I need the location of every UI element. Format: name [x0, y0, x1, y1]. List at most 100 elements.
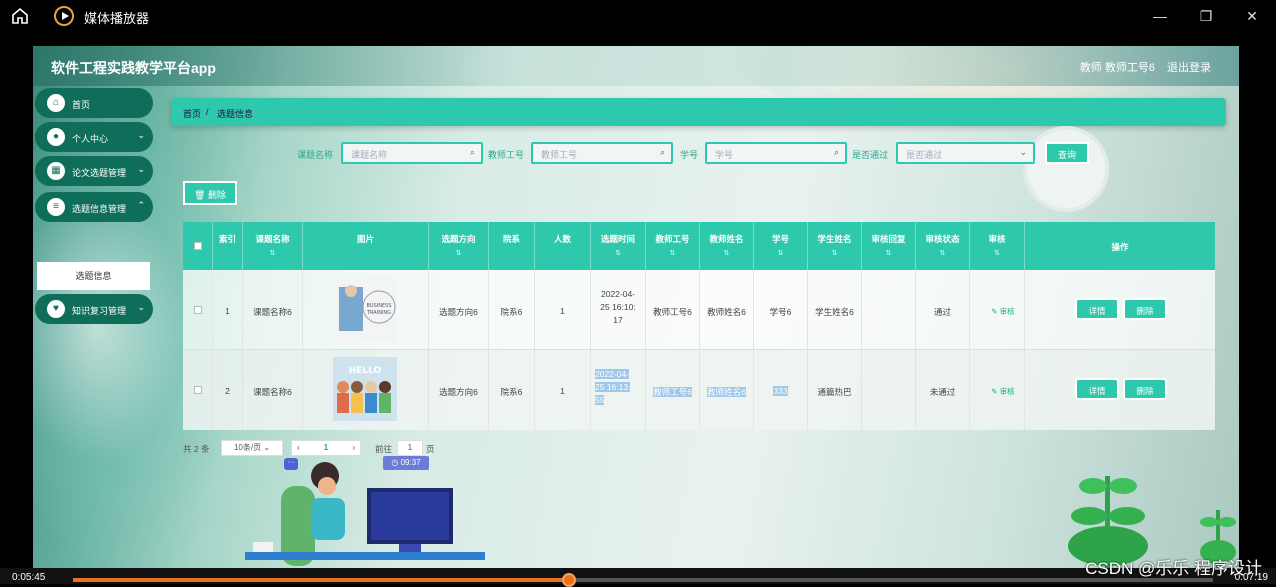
sidebar-item-thesis-topics[interactable]: ▦ 论文选题管理 ⌄ [35, 156, 153, 186]
cell-title: 课题名称6 [243, 270, 303, 350]
detail-button[interactable]: 详情 [1075, 378, 1119, 400]
close-button[interactable]: ✕ [1242, 6, 1262, 26]
sidebar-item-topic-info[interactable]: ≡ 选题信息管理 ⌃ [35, 192, 153, 222]
filter-pass-placeholder: 是否通过 [906, 150, 943, 160]
query-button[interactable]: 查询 [1045, 142, 1089, 164]
chevron-down-icon: ⌄ [137, 130, 145, 140]
cell-student-name: 通篇热巴 [808, 350, 862, 430]
cell-reply [862, 270, 916, 350]
cell-image: BUSINESS TRAINING [303, 270, 429, 350]
row-checkbox[interactable] [183, 270, 213, 350]
filter-pass-select[interactable]: 是否通过 ⌄ [896, 142, 1035, 164]
restore-button[interactable]: ❐ [1196, 6, 1216, 26]
list-icon: ≡ [47, 198, 65, 216]
batch-delete-button[interactable]: 🗑 删除 [183, 181, 237, 205]
sidebar-subitem-topic-info[interactable]: 选题信息 [37, 262, 150, 290]
cell-count: 1 [535, 270, 591, 350]
header-actions: 操作 [1111, 242, 1129, 252]
table-row: 2 课题名称6 HELLO 选题方向6 院系6 1 2022-04- 25 16:… [183, 350, 1215, 430]
header-student-no[interactable]: 学号 ⇅ [754, 222, 808, 270]
cell-image: HELLO [303, 350, 429, 430]
audit-link[interactable]: ✎ 审核 [982, 386, 1024, 397]
detail-button[interactable]: 详情 [1075, 298, 1119, 320]
sidebar-item-review[interactable]: ♥ 知识复习管理 ⌄ [35, 294, 153, 324]
filter-student-input[interactable]: 学号 ⌕ [705, 142, 847, 164]
filter-title-placeholder: 课题名称 [351, 150, 388, 160]
cell-count: 1 [535, 350, 591, 430]
media-player-icon [54, 6, 74, 26]
header-count[interactable]: 人数 [535, 222, 591, 270]
chevron-up-icon: ⌃ [137, 200, 145, 210]
header-dept[interactable]: 院系 [489, 222, 535, 270]
chevron-down-icon: ⌄ [137, 302, 145, 312]
cell-index: 2 [213, 350, 243, 430]
table-row: 1 课题名称6 BUSINESS TRAINING 选题方向6 院系6 1 20… [183, 270, 1215, 350]
breadcrumb-current: 选题信息 [217, 109, 254, 119]
player-titlebar: 媒体播放器 — ❐ ✕ [0, 0, 1276, 32]
header-audit[interactable]: 审核 ⇅ [970, 222, 1025, 270]
filter-teacher-input[interactable]: 教师工号 ⌕ [531, 142, 673, 164]
breadcrumb-home[interactable]: 首页 [183, 107, 201, 120]
watermark: CSDN @乐乐 程序设计 [1085, 559, 1262, 578]
cell-direction: 选题方向6 [429, 350, 489, 430]
cell-audit: ✎ 审核 [970, 270, 1025, 350]
header-reply[interactable]: 审核回复 ⇅ [862, 222, 916, 270]
sidebar-item-home[interactable]: ⌂ 首页 [35, 88, 153, 118]
cell-teacher-no: 教师工号6 [646, 350, 700, 430]
filter-title-input[interactable]: 课题名称 ⌕ [341, 142, 483, 164]
cell-teacher-no: 教师工号6 [646, 270, 700, 350]
cell-student-no: 333 [754, 350, 808, 430]
breadcrumb: 首页 / 选题信息 [171, 98, 1226, 126]
row-checkbox[interactable] [183, 350, 213, 430]
plant-illustration [1068, 476, 1148, 568]
breadcrumb-separator: / [206, 107, 209, 117]
header-teacher-name[interactable]: 教师姓名 ⇅ [700, 222, 754, 270]
cell-status: 通过 [916, 270, 970, 350]
cell-dept: 院系6 [489, 270, 535, 350]
header-time[interactable]: 选题时间 ⇅ [591, 222, 646, 270]
video-frame: 软件工程实践教学平台app 教师 教师工号6 退出登录 ⌂ 首页 ● 个人中心 … [33, 46, 1239, 568]
user-icon: ● [47, 128, 65, 146]
home-icon: ⌂ [47, 94, 65, 112]
delete-button[interactable]: 删除 [1123, 378, 1167, 400]
minimize-button[interactable]: — [1150, 6, 1170, 26]
cell-dept: 院系6 [489, 350, 535, 430]
filter-title-label: 课题名称 [297, 150, 334, 160]
app-brand: 软件工程实践教学平台app [51, 60, 216, 76]
sidebar-item-label: 知识复习管理 [72, 306, 127, 316]
sidebar-item-label: 首页 [72, 100, 91, 110]
audit-link[interactable]: ✎ 审核 [982, 306, 1024, 317]
cell-student-no: 学号6 [754, 270, 808, 350]
cell-reply [862, 350, 916, 430]
logout-link[interactable]: 退出登录 [1167, 59, 1211, 75]
cell-title: 课题名称6 [243, 350, 303, 430]
svg-text:BUSINESS: BUSINESS [367, 303, 392, 309]
cell-student-name: 学生姓名6 [808, 270, 862, 350]
header-direction[interactable]: 选题方向 ⇅ [429, 222, 489, 270]
search-icon: ⌕ [469, 147, 475, 157]
topic-image-thumbnail[interactable]: HELLO [333, 357, 397, 421]
seek-bar-handle[interactable] [561, 573, 576, 587]
filter-teacher-placeholder: 教师工号 [541, 150, 578, 160]
cell-audit: ✎ 审核 [970, 350, 1025, 430]
cell-actions: 详情 删除 [1025, 350, 1215, 430]
sidebar-item-profile[interactable]: ● 个人中心 ⌄ [35, 122, 153, 152]
topic-image-thumbnail[interactable]: BUSINESS TRAINING [333, 277, 397, 341]
header-status[interactable]: 审核状态 ⇅ [916, 222, 970, 270]
pagination-total: 共 2 条 [183, 444, 210, 454]
header-student-name[interactable]: 学生姓名 ⇅ [808, 222, 862, 270]
chevron-down-icon: ⌄ [1019, 147, 1027, 157]
svg-text:TRAINING: TRAINING [366, 310, 391, 316]
header-image[interactable]: 图片 [303, 222, 429, 270]
header-select-all[interactable] [183, 222, 213, 270]
home-icon[interactable] [10, 6, 30, 26]
header-title[interactable]: 课题名称 ⇅ [243, 222, 303, 270]
sidebar: ⌂ 首页 ● 个人中心 ⌄ ▦ 论文选题管理 ⌄ ≡ 选题信息管理 ⌃ 选题信息… [33, 86, 156, 568]
edit-icon: ✎ [991, 387, 1000, 396]
seek-bar[interactable] [73, 573, 1213, 587]
header-teacher-no[interactable]: 教师工号 ⇅ [646, 222, 700, 270]
svg-text:HELLO: HELLO [349, 366, 382, 376]
cell-status: 未通过 [916, 350, 970, 430]
delete-button[interactable]: 删除 [1123, 298, 1167, 320]
cell-index: 1 [213, 270, 243, 350]
